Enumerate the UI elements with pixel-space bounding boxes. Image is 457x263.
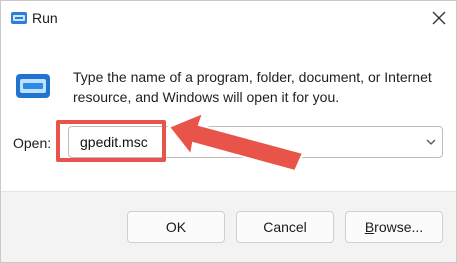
chevron-down-icon[interactable] (424, 135, 438, 149)
open-label: Open: (13, 135, 52, 151)
window-title: Run (32, 10, 58, 26)
ok-button[interactable]: OK (127, 211, 225, 243)
dialog-description: Type the name of a program, folder, docu… (73, 69, 432, 105)
run-app-icon (10, 9, 28, 27)
dialog-footer: OK Cancel Browse... (1, 191, 456, 262)
run-program-icon (14, 70, 54, 102)
browse-button[interactable]: Browse... (345, 211, 443, 243)
run-dialog: Run Type the name of a program, folder, … (0, 0, 457, 263)
cancel-button[interactable]: Cancel (236, 211, 334, 243)
close-icon (432, 11, 446, 25)
open-combobox[interactable]: gpedit.msc (68, 126, 443, 158)
title-bar: Run (1, 1, 456, 37)
close-button[interactable] (424, 3, 454, 33)
open-input[interactable]: gpedit.msc (80, 133, 148, 151)
dialog-body: Type the name of a program, folder, docu… (1, 37, 456, 191)
